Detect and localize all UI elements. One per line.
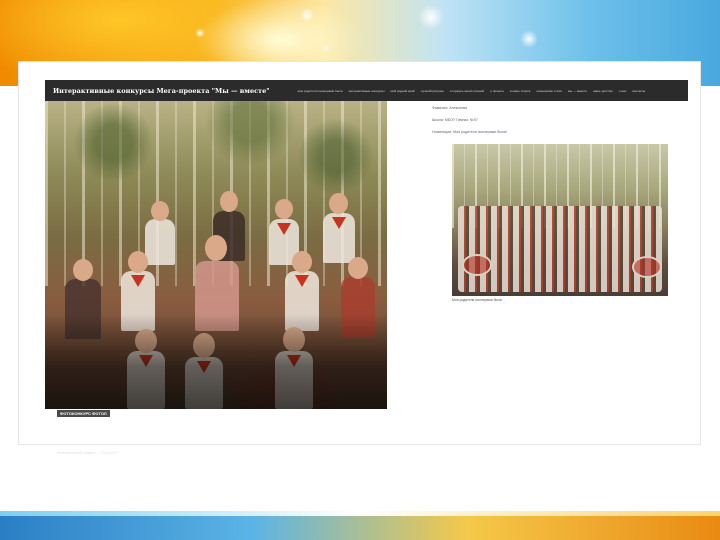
child-face — [151, 201, 169, 221]
photo-caption: Мои родители пионерами были — [452, 298, 502, 302]
article-photo[interactable] — [452, 144, 668, 296]
webpage-screenshot: Интерактивные конкурсы Мега-проекта "Мы … — [19, 62, 702, 455]
sparkle-decoration — [520, 30, 538, 48]
nav-item[interactable]: интерактивные конкурсы — [349, 89, 385, 93]
hero-title[interactable]: Мои родители пионерами были! — [55, 426, 265, 439]
child-face — [220, 191, 238, 212]
red-tie — [131, 275, 145, 287]
site-title[interactable]: Интерактивные конкурсы Мега-проекта "Мы … — [45, 87, 270, 95]
hero-meta: Интерактивный конкурс — 22.04.2017 — [57, 451, 119, 455]
child-figure — [145, 219, 175, 265]
drum — [632, 256, 662, 278]
child-face — [329, 193, 348, 214]
pioneer-group — [458, 206, 662, 292]
child-face — [348, 257, 368, 279]
nav-item[interactable]: мои родители пионерами были — [298, 89, 343, 93]
child-face — [73, 259, 93, 281]
red-tie — [277, 223, 291, 235]
child-face — [205, 235, 227, 261]
hero-photo[interactable] — [45, 101, 387, 409]
sparkle-decoration — [300, 8, 314, 22]
article-meta-line: Школа: МБОУ Гимназ. №97 — [432, 118, 478, 122]
sparkle-decoration — [195, 28, 205, 38]
hero-gradient-overlay — [45, 314, 387, 409]
sparkle-decoration — [418, 4, 444, 30]
slide-bottom-band — [0, 511, 720, 540]
child-face — [275, 199, 293, 219]
nav-item[interactable]: мой родной край — [390, 89, 414, 93]
child-face — [128, 251, 148, 273]
category-badge[interactable]: ФОТОКОНКУРС ФОТОЛ — [57, 410, 110, 417]
child-face — [292, 251, 312, 273]
article-meta-line: Номинация: Мои родители пионерами были! — [432, 130, 507, 134]
drum — [462, 254, 492, 276]
article-meta-line: Фамилия: Алексеева — [432, 106, 468, 110]
sparkle-decoration — [322, 44, 330, 52]
red-tie — [332, 217, 346, 229]
red-tie — [295, 275, 309, 287]
article-column: Фамилия: Алексеева Школа: МБОУ Гимназ. №… — [432, 62, 702, 444]
